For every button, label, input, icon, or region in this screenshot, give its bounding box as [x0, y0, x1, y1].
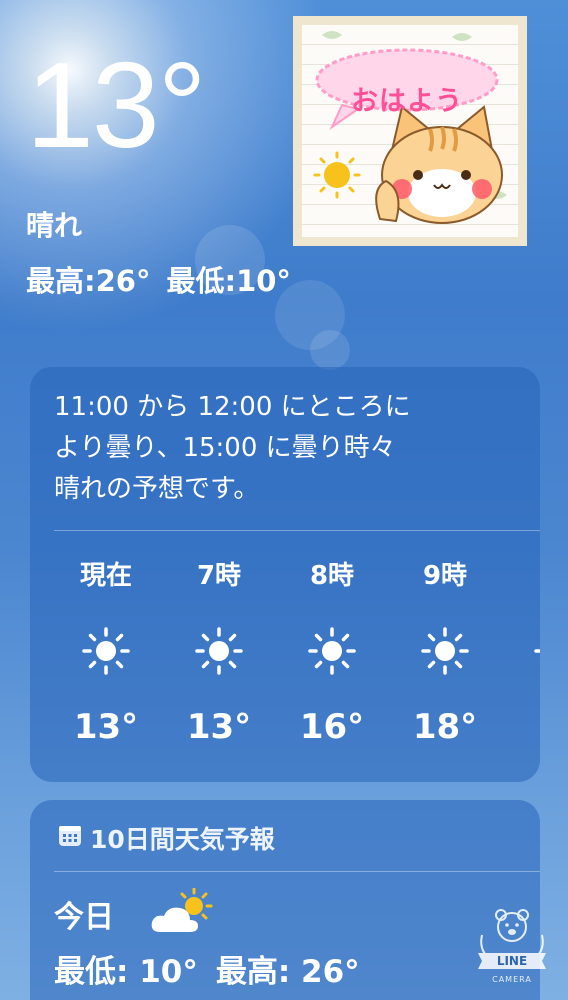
current-condition: 晴れ — [26, 209, 83, 242]
hour-item-9: 9時 18° — [385, 547, 505, 767]
sun-icon — [195, 627, 243, 675]
cat-sticker: おはよう — [293, 16, 527, 246]
hour-item-now: 現在 13° — [46, 547, 166, 767]
high-low-range: 最高:26° 最低:10° — [26, 258, 291, 300]
hour-label: 現在 — [79, 561, 132, 591]
hourly-scroll-list[interactable]: 現在 13° 7時 13° 8時 16° 9時 18° — [30, 547, 540, 767]
sticker-paper: おはよう — [302, 25, 518, 237]
hour-item-8: 8時 16° — [272, 547, 392, 767]
divider — [54, 871, 540, 872]
hour-item-10: 10 2 — [498, 547, 540, 767]
hour-label: 7時 — [196, 561, 242, 591]
day-range-today: 最低: 10° 最高: 26° — [54, 946, 360, 991]
watermark-line: LINE — [496, 954, 528, 968]
hourly-forecast-card[interactable]: 11:00 から 12:00 にところに より曇り、15:00 に曇り時々 晴れ… — [30, 367, 540, 782]
hour-label: 8時 — [309, 561, 355, 591]
watermark-camera: CAMERA — [492, 975, 532, 984]
low-temperature: 最低:10° — [166, 264, 291, 298]
sun-icon — [308, 627, 356, 675]
hour-temperature: 13° — [186, 707, 252, 747]
hour-temperature: 16° — [299, 707, 365, 747]
cat-sticker-illustration — [313, 31, 507, 224]
high-temperature: 最高:26° — [26, 264, 151, 298]
day-low-temperature: 最低: 10° — [54, 954, 198, 990]
hour-label: 10 — [498, 555, 541, 585]
current-temperature: 13° — [26, 37, 206, 173]
hour-temperature: 18° — [412, 707, 478, 747]
divider — [54, 530, 540, 531]
day-label-today: 今日 — [54, 900, 114, 935]
forecast-summary-line: より曇り、15:00 に曇り時々 — [54, 433, 396, 463]
hour-temperature: 2 — [498, 707, 540, 747]
hour-temperature: 13° — [73, 707, 139, 747]
ten-day-forecast-card[interactable]: 10日間天気予報 今日 最低: 10° 最高: 26° — [30, 800, 540, 1000]
sun-icon — [534, 649, 540, 653]
forecast-summary-line: 11:00 から 12:00 にところに — [54, 392, 411, 422]
lens-flare — [310, 330, 350, 370]
day-high-temperature: 最高: 26° — [215, 954, 360, 990]
partly-cloudy-icon — [151, 888, 213, 932]
hour-label: 9時 — [422, 561, 468, 591]
calendar-icon — [59, 826, 81, 846]
forecast-summary: 11:00 から 12:00 にところに より曇り、15:00 に曇り時々 晴れ… — [54, 387, 514, 510]
forecast-summary-line: 晴れの予想です。 — [54, 474, 260, 504]
hour-item-7: 7時 13° — [159, 547, 279, 767]
sticker-greeting: おはよう — [351, 86, 463, 117]
ten-day-title: 10日間天気予報 — [90, 825, 275, 854]
line-camera-watermark: LINE CAMERA — [472, 905, 552, 990]
sun-icon — [421, 627, 469, 675]
sun-icon — [82, 627, 130, 675]
